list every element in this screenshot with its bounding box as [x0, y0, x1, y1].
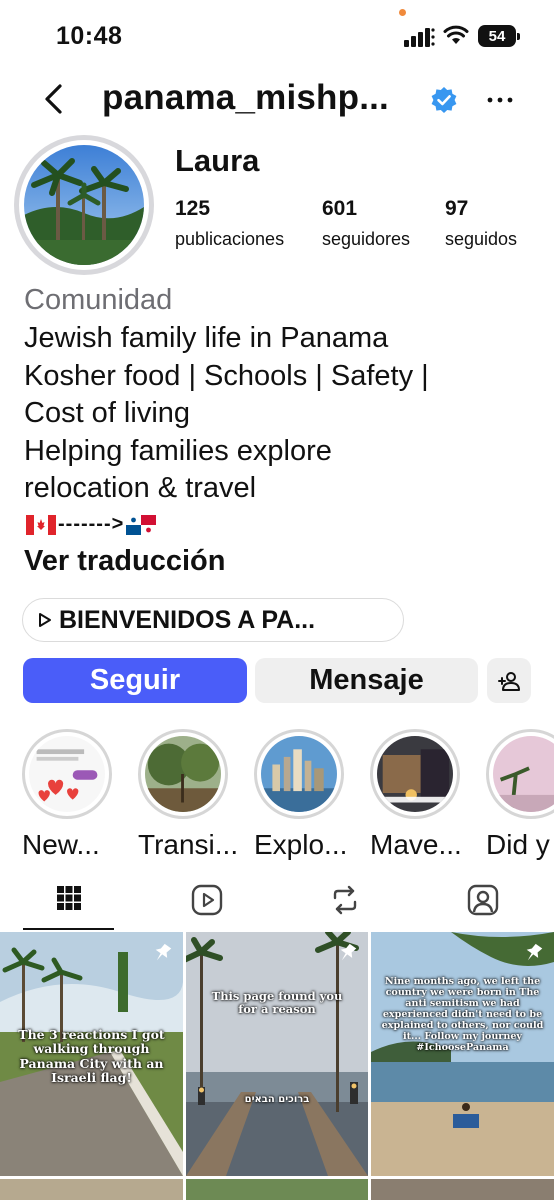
highlight-label: Did y: [486, 829, 550, 860]
stat-following-label: seguidos: [445, 229, 518, 249]
post-caption-overlay: This page found you for a reason: [211, 989, 343, 1017]
stat-following-count: 97: [445, 197, 469, 220]
bio-line: Helping families explore: [24, 434, 332, 467]
stat-followers-label: seguidores: [322, 229, 411, 249]
active-tab-indicator: [23, 928, 114, 930]
grid-icon: [57, 886, 81, 910]
profile-bio: Jewish family life in Panama Kosher food…: [24, 320, 534, 542]
highlight-label: Transi...: [138, 829, 239, 860]
suggested-users-button[interactable]: [487, 658, 531, 703]
post-thumbnail[interactable]: [371, 1179, 554, 1200]
highlight-label: Mave...: [370, 829, 462, 860]
highlight-cover-image: [377, 736, 453, 812]
battery-level: 54: [488, 27, 506, 45]
wifi-icon: [443, 25, 469, 44]
verified-badge-icon: [431, 87, 457, 113]
tagged-icon: [467, 884, 499, 916]
post-thumbnail[interactable]: This page found you for a reason ברוכים …: [186, 932, 368, 1176]
profile-header: panama_mishp...: [0, 72, 554, 128]
post-image: [371, 932, 554, 1176]
canada-flag-icon: [26, 514, 56, 535]
stat-followers[interactable]: 601 seguidores: [322, 197, 410, 250]
highlight-cover-image: [29, 736, 105, 812]
follow-button[interactable]: Seguir: [23, 658, 247, 703]
back-arrow-icon[interactable]: [38, 82, 68, 116]
post-caption-subtext: ברוכים הבאים: [244, 1094, 310, 1105]
status-time: 10:48: [56, 22, 123, 50]
profile-avatar[interactable]: [14, 135, 154, 275]
stat-posts-count: 125: [175, 197, 211, 220]
profile-link-button[interactable]: BIENVENIDOS A PA...: [22, 598, 404, 642]
tab-posts-grid[interactable]: [0, 878, 138, 932]
reels-icon: [191, 884, 223, 916]
reposts-icon: [333, 885, 357, 915]
highlight-item[interactable]: Mave...: [370, 729, 462, 860]
profile-content-tabs: [0, 878, 554, 932]
profile-category: Comunidad: [24, 284, 173, 316]
highlight-cover-image: [493, 736, 554, 813]
profile-link-label: BIENVENIDOS A PA...: [59, 605, 316, 634]
tab-reels[interactable]: [138, 878, 276, 932]
more-options-icon[interactable]: [486, 86, 514, 114]
cellular-signal-icon: [404, 28, 435, 47]
post-caption-overlay: The 3 reactions I got walking through Pa…: [18, 1027, 165, 1086]
battery-indicator: 54: [478, 25, 520, 47]
bio-line: Jewish family life in Panama: [24, 322, 389, 354]
posts-grid: The 3 reactions I got walking through Pa…: [0, 932, 554, 1200]
pinned-post-icon: [526, 943, 543, 961]
pinned-post-icon: [155, 943, 172, 961]
panama-flag-icon: [126, 514, 157, 535]
post-thumbnail[interactable]: [0, 1179, 183, 1200]
tab-reposts[interactable]: [276, 878, 414, 932]
post-thumbnail[interactable]: The 3 reactions I got walking through Pa…: [0, 932, 183, 1176]
tab-tagged[interactable]: [414, 878, 552, 932]
bio-line: relocation & travel: [24, 472, 257, 504]
privacy-indicator-dot: [399, 9, 406, 16]
bio-line: Cost of living: [24, 397, 191, 429]
highlight-cover-image: [261, 736, 337, 812]
highlight-label: New...: [22, 829, 100, 860]
profile-username: panama_mishp...: [102, 78, 389, 117]
stat-posts-label: publicaciones: [175, 229, 285, 249]
highlight-item[interactable]: New...: [22, 729, 112, 860]
bio-flags-line: ------->: [24, 508, 534, 542]
message-button[interactable]: Mensaje: [255, 658, 478, 703]
stat-following[interactable]: 97 seguidos: [445, 197, 517, 250]
status-bar: 10:48 54: [0, 0, 554, 70]
highlight-label: Explo...: [254, 829, 348, 860]
post-caption-overlay: Nine months ago, we left the country we …: [381, 976, 544, 1054]
post-image: [186, 932, 368, 1176]
bio-arrow: ------->: [58, 512, 125, 535]
post-thumbnail[interactable]: [186, 1179, 368, 1200]
play-icon: [39, 613, 51, 627]
highlight-cover-image: [145, 736, 221, 812]
highlight-item[interactable]: Explo...: [254, 729, 347, 860]
stat-posts[interactable]: 125 publicaciones: [175, 197, 284, 250]
highlight-item[interactable]: Did y: [486, 729, 554, 860]
profile-display-name: Laura: [175, 143, 260, 178]
see-translation-link[interactable]: Ver traducción: [24, 545, 225, 578]
stat-followers-count: 601: [322, 197, 358, 220]
pinned-post-icon: [340, 943, 357, 961]
add-user-icon: [498, 671, 520, 691]
bio-line: Kosher food | Schools | Safety |: [24, 359, 429, 392]
avatar-image: [24, 145, 144, 265]
post-thumbnail[interactable]: Nine months ago, we left the country we …: [371, 932, 554, 1176]
highlight-item[interactable]: Transi...: [138, 729, 238, 860]
